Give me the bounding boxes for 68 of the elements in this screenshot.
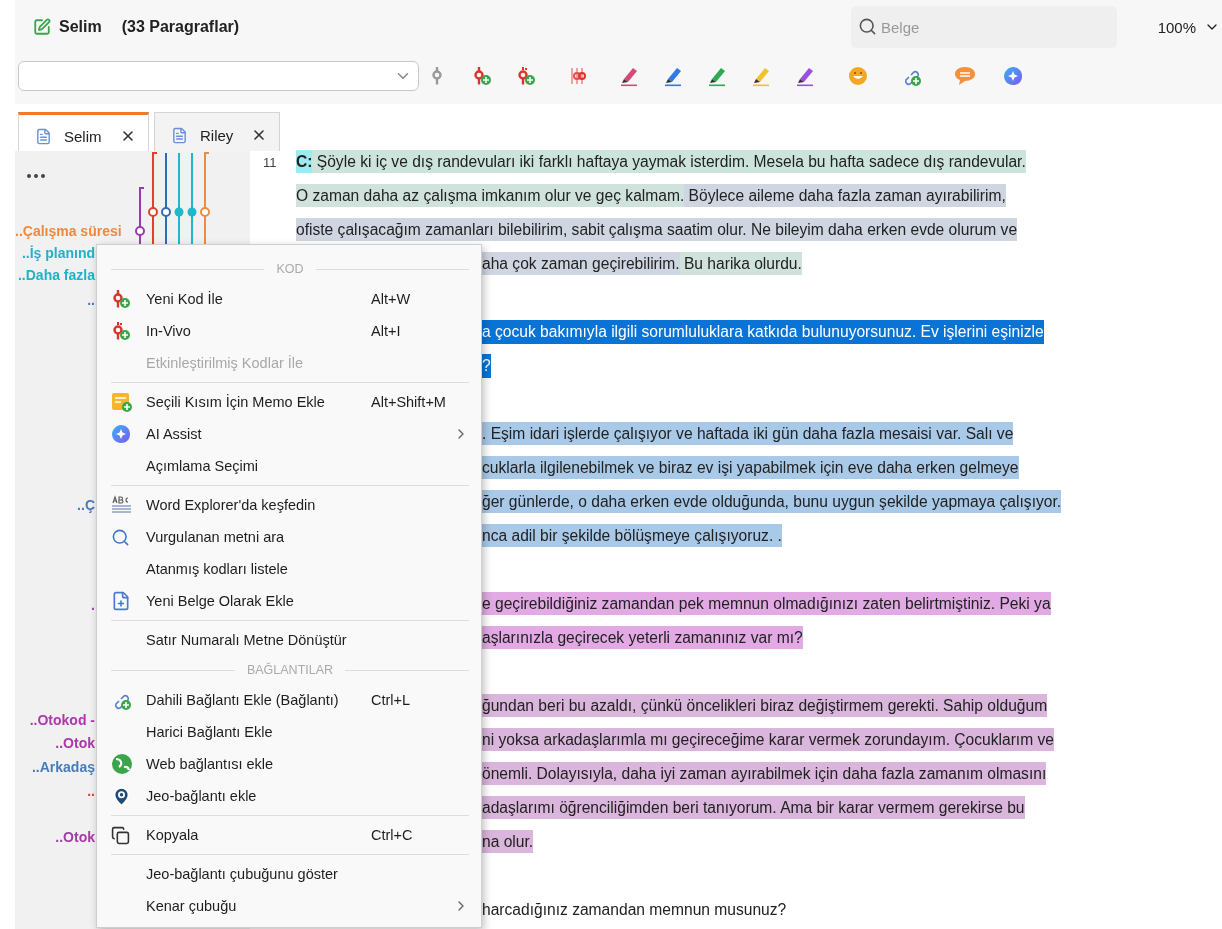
menu-item[interactable]: Açımlama Seçimi: [111, 450, 469, 482]
menu-item[interactable]: Jeo-bağlantı çubuğunu göster: [111, 858, 469, 890]
menu-item[interactable]: Atanmış kodları listele: [111, 553, 469, 585]
code-label[interactable]: ..Otok: [55, 826, 95, 848]
document-icon: [171, 126, 188, 144]
document-tab[interactable]: Riley: [154, 112, 280, 151]
highlighter-icon[interactable]: [796, 65, 816, 87]
code-label[interactable]: ..: [87, 289, 95, 311]
line-number: 11: [263, 155, 277, 170]
paragraph-count: (33 Paragraflar): [121, 18, 240, 36]
menu-item[interactable]: In-Vivo Alt+I: [111, 315, 469, 347]
menu-section-title: KOD: [276, 262, 304, 276]
close-icon[interactable]: [251, 127, 267, 143]
copy-icon: [111, 825, 130, 845]
menu-item[interactable]: Vurgulanan metni ara: [111, 521, 469, 553]
text-line: harcadığınız zamandan memnun musunuz?: [482, 900, 787, 920]
code-label[interactable]: .: [91, 594, 95, 616]
text-line: aha çok zaman geçirebilirim. Bu harika olurdu.: [482, 252, 802, 276]
document-tab[interactable]: Selim: [18, 112, 149, 151]
globe-icon: [111, 753, 133, 775]
more-icon[interactable]: [26, 173, 46, 179]
shortcut-text: Ctrl+L: [371, 692, 412, 708]
map-pin-icon: [111, 785, 132, 807]
menu-item[interactable]: Harici Bağlantı Ekle: [111, 716, 469, 748]
document-icon: [35, 127, 52, 145]
menu-item[interactable]: Web bağlantısı ekle: [111, 748, 469, 780]
word-explorer-icon: [111, 495, 133, 515]
memo-icon: [111, 391, 133, 413]
ai-assist-icon[interactable]: [1003, 66, 1023, 86]
close-icon[interactable]: [120, 128, 136, 144]
highlighter-icon[interactable]: [664, 65, 684, 87]
code-label[interactable]: ..Otok: [55, 732, 95, 754]
zoom-dropdown[interactable]: 100%: [1125, 18, 1222, 36]
menu-item[interactable]: Yeni Kod İle Alt+W: [111, 283, 469, 315]
code-label[interactable]: ..: [87, 780, 95, 802]
highlighter-icon[interactable]: [708, 65, 728, 87]
menu-item[interactable]: AI Assist: [111, 418, 469, 450]
menu-item[interactable]: Satır Numaralı Metne Dönüştür: [111, 624, 469, 656]
menu-item[interactable]: Word Explorer'da keşfedin: [111, 489, 469, 521]
code-add-icon[interactable]: [111, 289, 131, 309]
search-field[interactable]: Belge: [851, 6, 1117, 48]
code-add-icon[interactable]: [472, 66, 492, 86]
menu-item[interactable]: Jeo-bağlantı ekle: [111, 780, 469, 812]
menu-item[interactable]: Kopyala Ctrl+C: [111, 819, 469, 851]
code-label[interactable]: ..Arkadaş: [31, 756, 95, 778]
shortcut-text: Alt+Shift+M: [371, 394, 447, 410]
text-line: O zaman daha az çalışma imkanım olur ve geç kalmam. Böylece aileme daha fazla zaman ayırabilirim,: [296, 184, 1006, 208]
shortcut-text: Ctrl+C: [371, 827, 414, 843]
document-add-icon: [111, 591, 131, 611]
ai-assist-icon: [111, 424, 131, 444]
in-vivo-icon[interactable]: [516, 66, 536, 86]
menu-item[interactable]: Kenar çubuğu: [111, 890, 469, 922]
shortcut-text: Alt+I: [371, 323, 402, 339]
document-title: Selim: [59, 18, 102, 36]
shortcut-text: Alt+W: [371, 291, 412, 307]
menu-section-title: BAĞLANTILAR: [246, 663, 334, 677]
highlighter-icon[interactable]: [620, 65, 640, 87]
highlighter-icon[interactable]: [752, 65, 772, 87]
code-label[interactable]: ..Ç: [77, 494, 95, 516]
edit-icon: [33, 18, 51, 36]
in-vivo-icon[interactable]: [111, 321, 131, 341]
menu-item[interactable]: Yeni Belge Olarak Ekle: [111, 585, 469, 617]
menu-item[interactable]: Dahili Bağlantı Ekle (Bağlantı) Ctrl+L: [111, 684, 469, 716]
code-label[interactable]: ..Otokod -: [29, 709, 95, 731]
search-icon: [858, 17, 877, 36]
text-line: C: Şöyle ki iç ve dış randevuları iki farklı haftaya yaymak isterdim. Mesela bu hafta sadece dış randevular.: [296, 150, 1026, 174]
menu-item[interactable]: Seçili Kısım İçin Memo Ekle Alt+Shift+M: [111, 386, 469, 418]
search-icon: [111, 527, 130, 547]
